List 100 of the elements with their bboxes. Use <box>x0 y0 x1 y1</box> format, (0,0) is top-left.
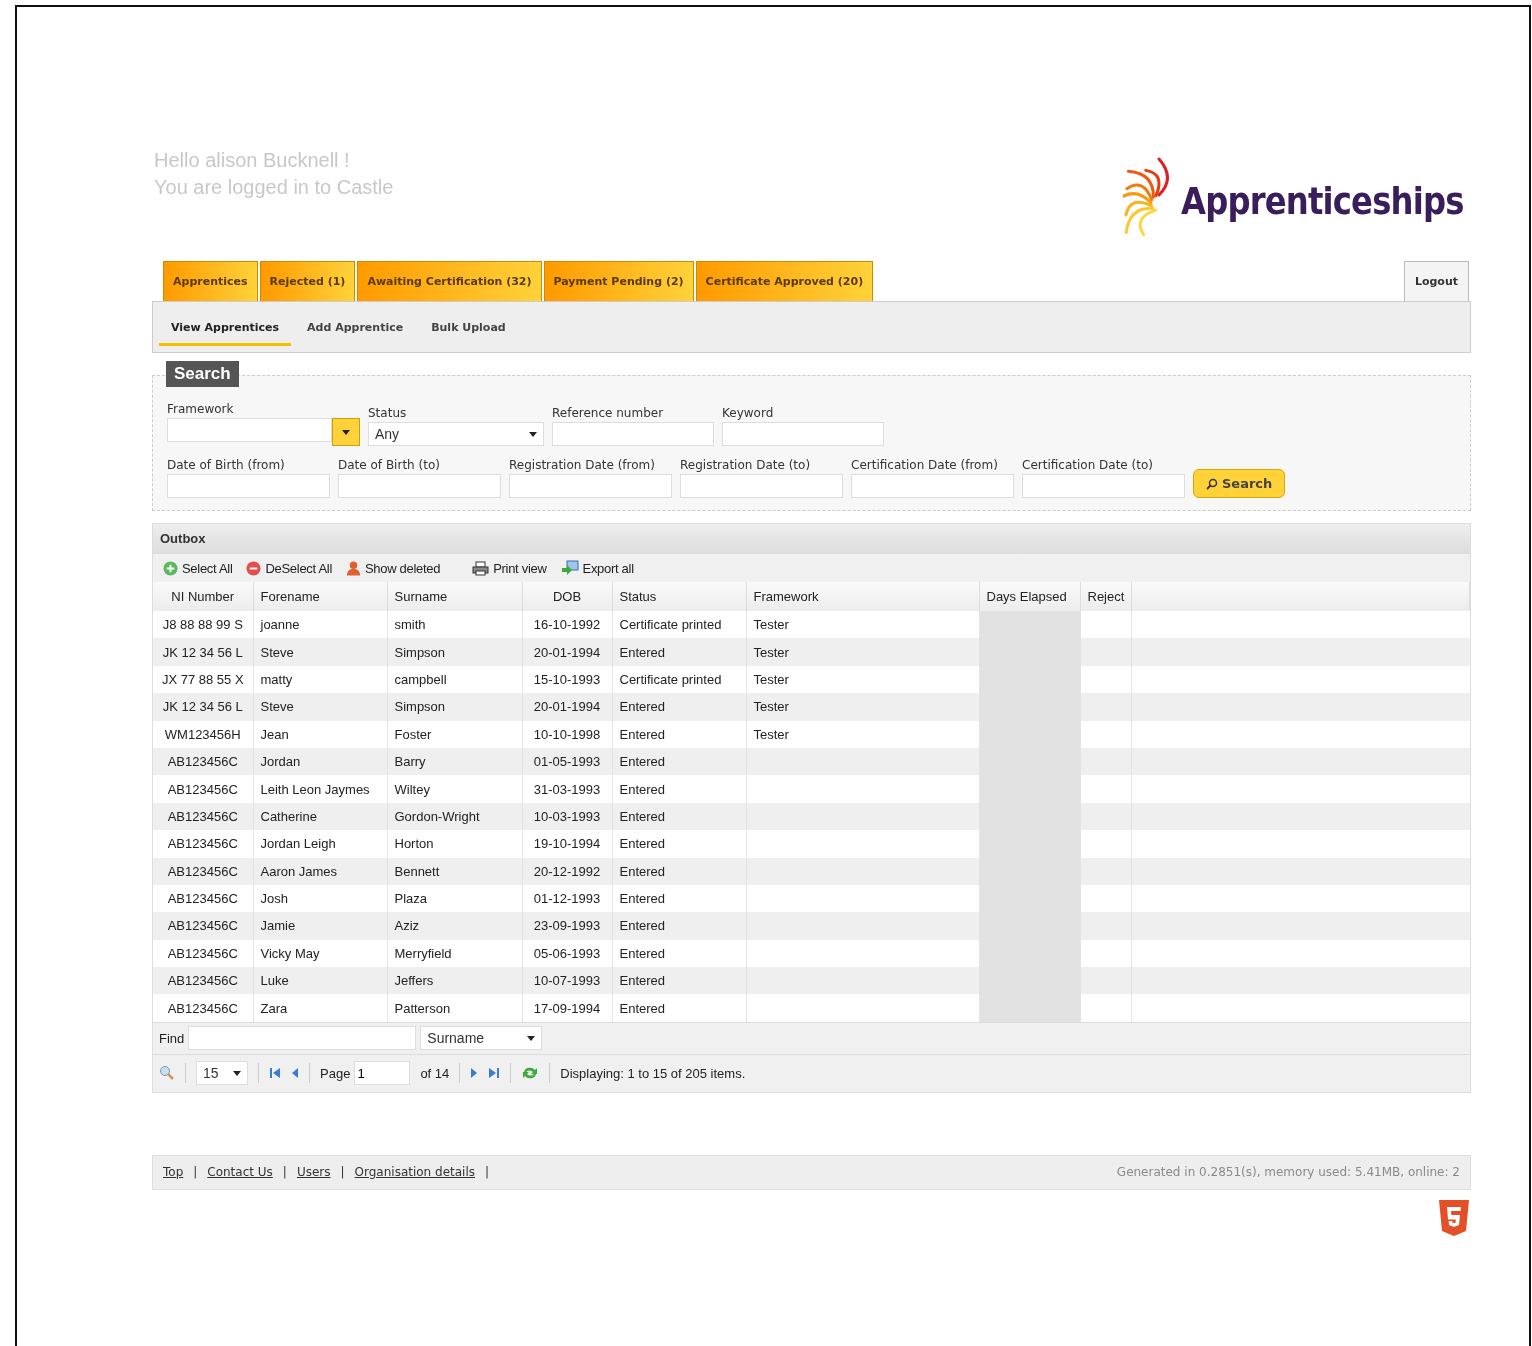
field-label: Registration Date (from) <box>509 458 656 472</box>
column-header[interactable]: Reject <box>1080 582 1132 611</box>
input-field[interactable] <box>722 422 884 446</box>
field-label: Keyword <box>722 406 775 420</box>
last-page-button[interactable] <box>488 1067 501 1080</box>
display-info: Displaying: 1 to 15 of 205 items. <box>560 1065 746 1081</box>
table-cell: 20-01-1994 <box>522 693 612 721</box>
toolbar-button[interactable]: Show deleted <box>342 560 445 576</box>
status-select[interactable]: Any <box>368 422 544 446</box>
field-label: Status <box>368 406 408 420</box>
toolbar-button[interactable]: Export all <box>556 560 638 576</box>
minus-icon <box>246 560 262 576</box>
table-cell: Entered <box>612 830 746 858</box>
search-button[interactable]: Search <box>1193 469 1286 498</box>
footer-stats: Generated in 0.2851(s), memory used: 5.41MB, online: 2 <box>1116 1165 1460 1180</box>
plus-icon <box>163 560 178 576</box>
table-cell: Horton <box>387 830 522 858</box>
table-cell: Tester <box>746 693 979 721</box>
find-label: Find <box>159 1030 185 1046</box>
toolbar-button[interactable]: Print view <box>468 560 551 576</box>
sub-tab[interactable]: Add Apprentice <box>295 312 416 346</box>
table-cell: 10-10-1998 <box>522 720 612 748</box>
search-icon <box>1206 477 1218 490</box>
table-cell: Steve <box>253 638 387 666</box>
separator-text: | <box>340 1165 345 1180</box>
page-number-field[interactable]: 1 <box>354 1061 411 1086</box>
search-icon[interactable] <box>159 1065 175 1082</box>
next-page-button[interactable] <box>470 1067 479 1080</box>
caret-icon <box>342 429 350 435</box>
table-cell: AB123456C <box>153 830 253 858</box>
footer-link[interactable]: Users <box>296 1165 331 1180</box>
caret-icon <box>529 431 537 437</box>
caret-icon <box>527 1035 536 1041</box>
table-cell: Entered <box>612 775 746 803</box>
table-cell: 20-12-1992 <box>522 857 612 885</box>
table-cell: Bennett <box>387 857 522 885</box>
input-field[interactable] <box>851 474 1014 498</box>
caret-icon <box>233 1070 241 1076</box>
panel-title: Outbox <box>153 524 1470 554</box>
input-field[interactable] <box>167 474 330 498</box>
footer-link[interactable]: Top <box>163 1165 184 1180</box>
input-field[interactable] <box>552 422 714 446</box>
export-icon <box>560 560 579 576</box>
field-label: Registration Date (to) <box>680 458 812 472</box>
toolbar-button[interactable]: Select All <box>159 560 237 576</box>
table-cell: Foster <box>387 720 522 748</box>
framework-field[interactable] <box>167 418 332 442</box>
column-header[interactable]: Forename <box>253 582 387 611</box>
table-cell: 31-03-1993 <box>522 775 612 803</box>
table-cell: WM123456H <box>153 720 253 748</box>
table-cell: Jamie <box>253 912 387 940</box>
column-header[interactable]: NI Number <box>153 582 253 611</box>
table-cell: AB123456C <box>153 775 253 803</box>
table-cell: Tester <box>746 638 979 666</box>
search-heading: Search <box>166 361 239 387</box>
table-cell: 20-01-1994 <box>522 638 612 666</box>
tab[interactable]: Rejected (1) <box>259 261 356 301</box>
input-field[interactable] <box>338 474 501 498</box>
printer-icon <box>472 560 490 576</box>
footer-link[interactable]: Organisation details <box>354 1165 475 1180</box>
sub-tab[interactable]: Bulk Upload <box>419 312 518 346</box>
field-select[interactable]: Surname <box>420 1026 543 1051</box>
find-field[interactable] <box>188 1026 417 1051</box>
column-header[interactable]: Days Elapsed <box>979 582 1080 611</box>
page-count: of 14 <box>420 1065 450 1081</box>
toolbar-button[interactable]: DeSelect All <box>242 560 336 576</box>
table-cell: Entered <box>612 994 746 1022</box>
tab[interactable]: Awaiting Certification (32) <box>357 261 542 301</box>
table-cell: JK 12 34 56 L <box>153 693 253 721</box>
previous-page-button[interactable] <box>291 1067 299 1080</box>
field-label: Date of Birth (from) <box>167 458 286 472</box>
sub-tab[interactable]: View Apprentices <box>159 312 292 346</box>
field-label: Date of Birth (to) <box>338 458 441 472</box>
page-size-select[interactable]: 15 <box>196 1061 248 1086</box>
tab[interactable]: Payment Pending (2) <box>543 261 694 301</box>
field-label: Reference number <box>552 406 665 420</box>
input-field[interactable] <box>1022 474 1185 498</box>
first-page-button[interactable] <box>269 1067 281 1080</box>
column-header[interactable]: Status <box>612 582 746 611</box>
page-label: Page <box>320 1065 351 1081</box>
logo-text: Apprenticeships <box>1180 179 1464 223</box>
tab[interactable]: Certificate Approved (20) <box>695 261 874 301</box>
table-cell: Jordan Leigh <box>253 830 387 858</box>
column-header[interactable]: Surname <box>387 582 522 611</box>
field-label: Framework <box>167 402 235 416</box>
html5-shield-icon <box>1439 1199 1469 1236</box>
input-field[interactable] <box>680 474 843 498</box>
table-cell: Jean <box>253 720 387 748</box>
table-cell: Simpson <box>387 638 522 666</box>
table-cell: Wiltey <box>387 775 522 803</box>
footer-link[interactable]: Contact Us <box>207 1165 273 1180</box>
column-header[interactable]: Framework <box>746 582 979 611</box>
person-icon <box>346 560 361 576</box>
logout-button[interactable]: Logout <box>1403 261 1469 301</box>
input-field[interactable] <box>509 474 672 498</box>
separator-text: | <box>485 1165 490 1180</box>
table-cell: JK 12 34 56 L <box>153 638 253 666</box>
tab[interactable]: Apprentices <box>163 261 258 301</box>
column-header[interactable]: DOB <box>522 582 612 611</box>
dropdown-button[interactable] <box>332 418 360 446</box>
